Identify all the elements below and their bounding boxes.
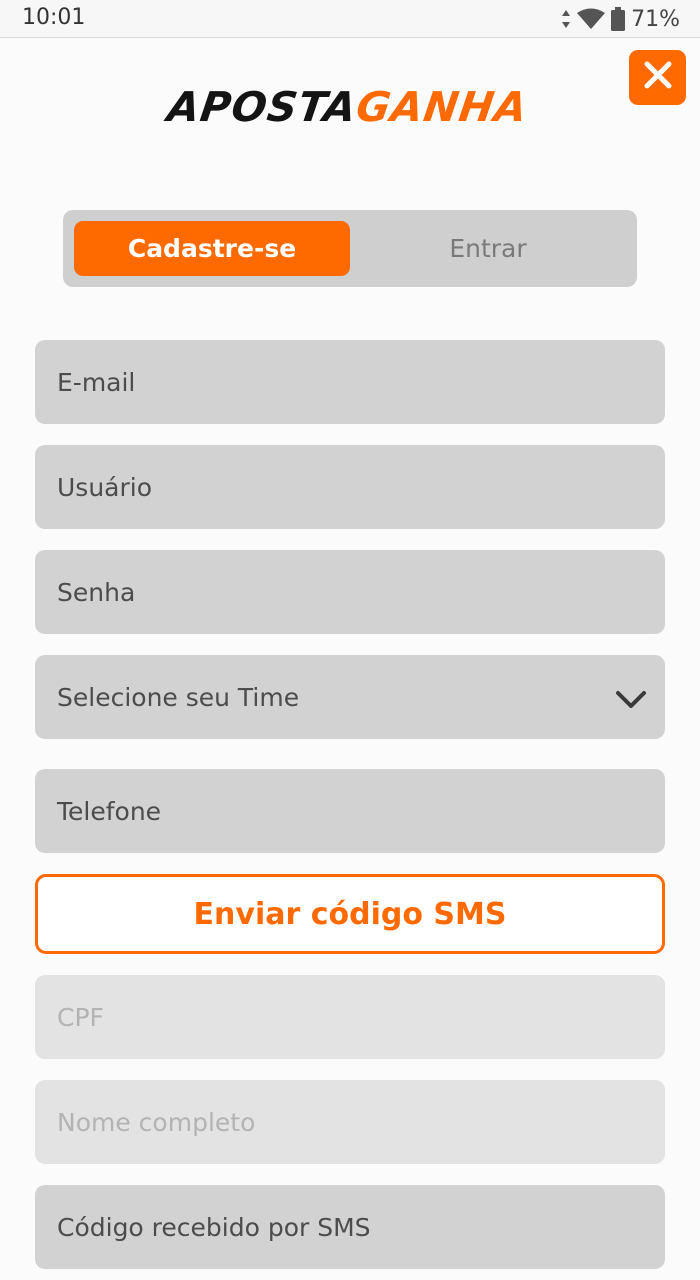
team-select[interactable]: Selecione seu Time bbox=[35, 655, 665, 739]
tab-signup[interactable]: Cadastre-se bbox=[74, 221, 350, 276]
username-field[interactable]: Usuário bbox=[35, 445, 665, 529]
full-name-field[interactable]: Nome completo bbox=[35, 1080, 665, 1164]
cpf-placeholder: CPF bbox=[57, 1002, 104, 1032]
logo-part-aposta: APOSTA bbox=[164, 83, 361, 131]
phone-placeholder: Telefone bbox=[57, 796, 162, 826]
cpf-field[interactable]: CPF bbox=[35, 975, 665, 1059]
logo-part-ganha: GANHA bbox=[353, 83, 531, 131]
team-select-value: Selecione seu Time bbox=[57, 682, 300, 712]
wifi-icon bbox=[577, 8, 606, 30]
username-placeholder: Usuário bbox=[57, 472, 153, 502]
brand-logo: APOSTA GANHA bbox=[164, 82, 541, 132]
sms-code-field[interactable]: Código recebido por SMS bbox=[35, 1185, 665, 1269]
battery-icon bbox=[611, 7, 626, 31]
data-arrows-icon bbox=[561, 9, 571, 29]
status-bar: 10:01 71% bbox=[0, 0, 700, 38]
full-name-placeholder: Nome completo bbox=[57, 1107, 256, 1137]
chevron-down-icon bbox=[615, 687, 647, 716]
send-sms-button[interactable]: Enviar código SMS bbox=[35, 874, 665, 954]
password-placeholder: Senha bbox=[57, 577, 136, 607]
tab-login[interactable]: Entrar bbox=[350, 221, 626, 276]
phone-field[interactable]: Telefone bbox=[35, 769, 665, 853]
password-field[interactable]: Senha bbox=[35, 550, 665, 634]
email-field[interactable]: E-mail bbox=[35, 340, 665, 424]
status-icons: 71% bbox=[561, 5, 680, 33]
battery-percent: 71% bbox=[631, 6, 680, 32]
close-button[interactable] bbox=[629, 50, 686, 105]
auth-tab-switch: Cadastre-se Entrar bbox=[63, 210, 637, 287]
sms-code-placeholder: Código recebido por SMS bbox=[57, 1212, 371, 1242]
email-placeholder: E-mail bbox=[57, 367, 136, 397]
status-time: 10:01 bbox=[22, 5, 86, 30]
close-icon bbox=[642, 59, 674, 96]
